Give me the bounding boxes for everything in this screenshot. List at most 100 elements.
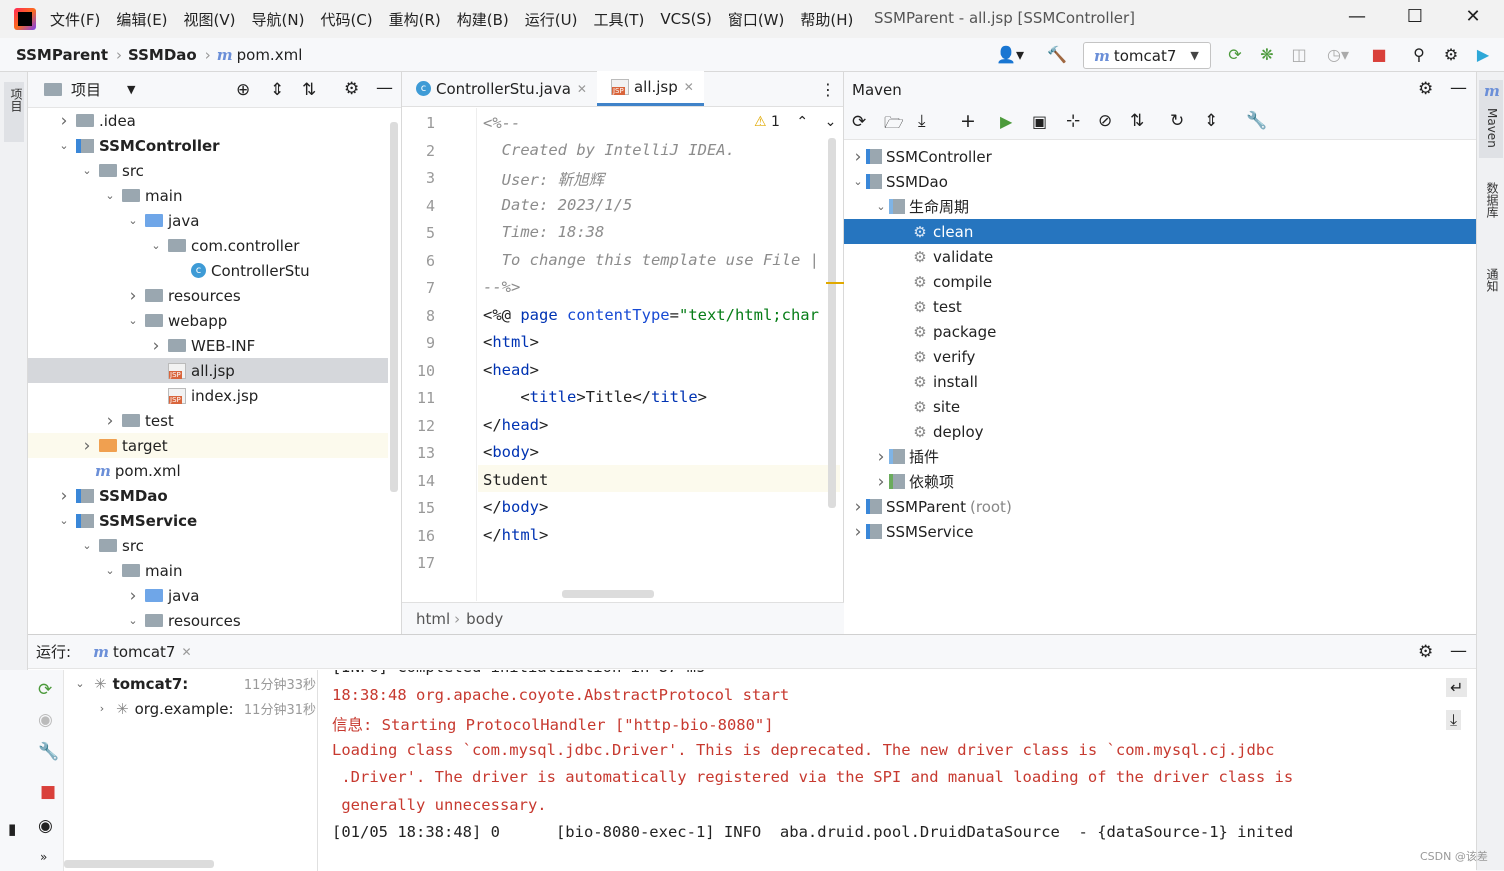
menu-help[interactable]: 帮助(H) — [800, 9, 853, 30]
project-tree-row[interactable]: ⌄ main — [28, 558, 388, 583]
chevron-right-icon[interactable]: › — [102, 411, 118, 431]
maven-goal-item[interactable]: ⚙ deploy — [844, 419, 1476, 444]
chevron-right-icon[interactable]: › — [850, 497, 866, 517]
code-line-7[interactable]: --%> — [483, 278, 520, 296]
code-line-15[interactable]: </body> — [483, 498, 548, 516]
chevron-right-icon[interactable]: › — [873, 472, 889, 492]
code-line-6[interactable]: To change this template use File | — [483, 251, 819, 269]
breadcrumb-module[interactable]: SSMDao — [128, 46, 197, 64]
plugin-icon[interactable]: ▶ — [1472, 44, 1494, 66]
project-tree-row[interactable]: ⌄ main — [28, 183, 388, 208]
user-icon[interactable]: 👤▾ — [994, 44, 1026, 66]
project-tree-row[interactable]: › test — [28, 408, 388, 433]
project-tree-row[interactable]: m pom.xml — [28, 458, 388, 483]
notifications-tool-label[interactable]: 通知 — [1484, 268, 1501, 292]
chevron-right-icon[interactable]: › — [148, 336, 164, 356]
show-dependencies-icon[interactable]: ↻ — [1170, 111, 1184, 131]
project-tree-row[interactable]: ⌄ src — [28, 158, 388, 183]
hide-icon[interactable]: — — [1450, 641, 1467, 661]
close-icon[interactable]: ✕ — [181, 645, 191, 659]
search-icon[interactable]: ⚲ — [1408, 44, 1430, 66]
profile-icon[interactable]: ◷▾ — [1320, 44, 1356, 66]
project-tool-button[interactable]: 项目 — [4, 82, 24, 142]
project-tree-row[interactable]: › WEB-INF — [28, 333, 388, 358]
project-panel-title[interactable]: 项目 — [71, 79, 101, 100]
menu-navigate[interactable]: 导航(N) — [252, 9, 305, 30]
project-tree-row[interactable]: all.jsp — [28, 358, 388, 383]
coverage-icon[interactable]: ◫ — [1288, 44, 1310, 66]
maven-tree-row[interactable]: ⌄ 生命周期 — [844, 194, 1476, 219]
maven-goal-item[interactable]: ⚙ verify — [844, 344, 1476, 369]
rerun-icon[interactable]: ⟳ — [38, 680, 52, 700]
chevron-right-icon[interactable]: › — [94, 702, 110, 715]
chevron-down-icon[interactable]: ⌄ — [148, 239, 164, 252]
build-hammer-icon[interactable]: 🔨 — [1046, 44, 1068, 66]
add-icon[interactable]: + — [960, 110, 976, 132]
gear-icon[interactable]: ⚙ — [1418, 642, 1433, 662]
locate-icon[interactable]: ⊕ — [236, 80, 250, 100]
gear-icon[interactable]: ⚙ — [1418, 79, 1433, 99]
scroll-to-end-icon[interactable]: ⤓ — [1446, 710, 1462, 730]
rerun-icon[interactable]: ⟳ — [1224, 44, 1246, 66]
hide-icon[interactable]: — — [1450, 78, 1467, 98]
chevron-right-icon[interactable]: › — [873, 447, 889, 467]
reload-icon[interactable]: ⟳ — [852, 112, 866, 132]
chevron-down-icon[interactable]: ⌄ — [125, 214, 141, 227]
download-icon[interactable]: ⤓ — [918, 111, 926, 131]
project-tree-row[interactable]: ⌄ webapp — [28, 308, 388, 333]
chevron-down-icon[interactable]: ⌄ — [102, 564, 118, 577]
add-folder-icon[interactable]: 🗁 — [884, 112, 904, 139]
run-config-select[interactable]: m tomcat7 ▼ — [1083, 42, 1211, 69]
maven-tool-button[interactable]: m Maven — [1479, 80, 1503, 158]
more-options-icon[interactable]: ⋮ — [820, 80, 836, 99]
maven-tree-row[interactable]: › SSMController — [844, 144, 1476, 169]
code-line-2[interactable]: Created by IntelliJ IDEA. — [483, 141, 735, 159]
toggle-offline-icon[interactable]: ⊹ — [1066, 111, 1080, 131]
project-tree-row[interactable]: ⌄ com.controller — [28, 233, 388, 258]
warning-indicator[interactable]: ⚠ 1 ⌃ ⌄ — [754, 114, 836, 130]
maven-goal-item[interactable]: ⚙ compile — [844, 269, 1476, 294]
code-line-9[interactable]: <html> — [483, 333, 539, 351]
database-tool-label[interactable]: 数据库 — [1484, 182, 1501, 218]
maven-goal-item[interactable]: ⚙ test — [844, 294, 1476, 319]
menu-edit[interactable]: 编辑(E) — [116, 9, 167, 30]
project-tree-row[interactable]: ⌄ SSMService — [28, 508, 388, 533]
breadcrumb-project[interactable]: SSMParent — [16, 46, 108, 64]
maven-tree-row[interactable]: › 依赖项 — [844, 469, 1476, 494]
code-line-16[interactable]: </html> — [483, 526, 548, 544]
project-tree-row[interactable]: ⌄ SSMController — [28, 133, 388, 158]
project-tree-row[interactable]: ⌄ resources — [28, 608, 388, 633]
run-tree-row[interactable]: ⌄ ✳ tomcat7: 11分钟33秒 — [72, 674, 316, 694]
chevron-down-icon[interactable]: ⌄ — [56, 139, 72, 152]
chevron-down-icon[interactable]: ⌄ — [72, 677, 88, 690]
run-config-icon[interactable]: ▣ — [1032, 112, 1047, 131]
project-tree-row[interactable]: › java — [28, 583, 388, 608]
run-tab-label[interactable]: tomcat7 — [113, 643, 176, 661]
chevron-right-icon[interactable]: › — [125, 286, 141, 306]
menu-run[interactable]: 运行(U) — [525, 9, 578, 30]
bookmark-icon[interactable]: ▮ — [8, 820, 16, 838]
stop-icon[interactable]: ■ — [40, 782, 56, 802]
wrench-icon[interactable]: 🔧 — [1246, 111, 1267, 131]
breadcrumb-body[interactable]: body — [466, 610, 503, 628]
maven-tree-row[interactable]: › 插件 — [844, 444, 1476, 469]
run-tree-row[interactable]: › ✳ org.example: 11分钟31秒 — [94, 699, 316, 719]
soft-wrap-icon[interactable]: ↵ — [1446, 678, 1468, 697]
project-tree-row[interactable]: ⌄ java — [28, 208, 388, 233]
chevron-down-icon[interactable]: ⌄ — [850, 175, 866, 188]
collapse-icon[interactable]: ⇅ — [1130, 111, 1144, 131]
chevron-down-icon[interactable]: ⌄ — [825, 114, 837, 130]
run-icon[interactable]: ▶ — [1000, 112, 1012, 131]
project-tree-row[interactable]: › .idea — [28, 108, 388, 133]
code-line-1[interactable]: <%-- — [483, 114, 520, 132]
menu-build[interactable]: 构建(B) — [457, 9, 509, 30]
chevron-right-icon[interactable]: › — [850, 522, 866, 542]
chevron-down-icon[interactable]: ⌄ — [79, 164, 95, 177]
tab-controllerstu[interactable]: c ControllerStu.java ✕ — [402, 71, 597, 106]
code-line-13[interactable]: <body> — [483, 443, 539, 461]
code-line-5[interactable]: Time: 18:38 — [483, 223, 605, 241]
project-tree-row[interactable]: › resources — [28, 283, 388, 308]
run-tree-scrollbar[interactable] — [64, 860, 214, 868]
maven-goal-item[interactable]: ⚙ site — [844, 394, 1476, 419]
tab-all-jsp[interactable]: all.jsp ✕ — [596, 71, 704, 106]
